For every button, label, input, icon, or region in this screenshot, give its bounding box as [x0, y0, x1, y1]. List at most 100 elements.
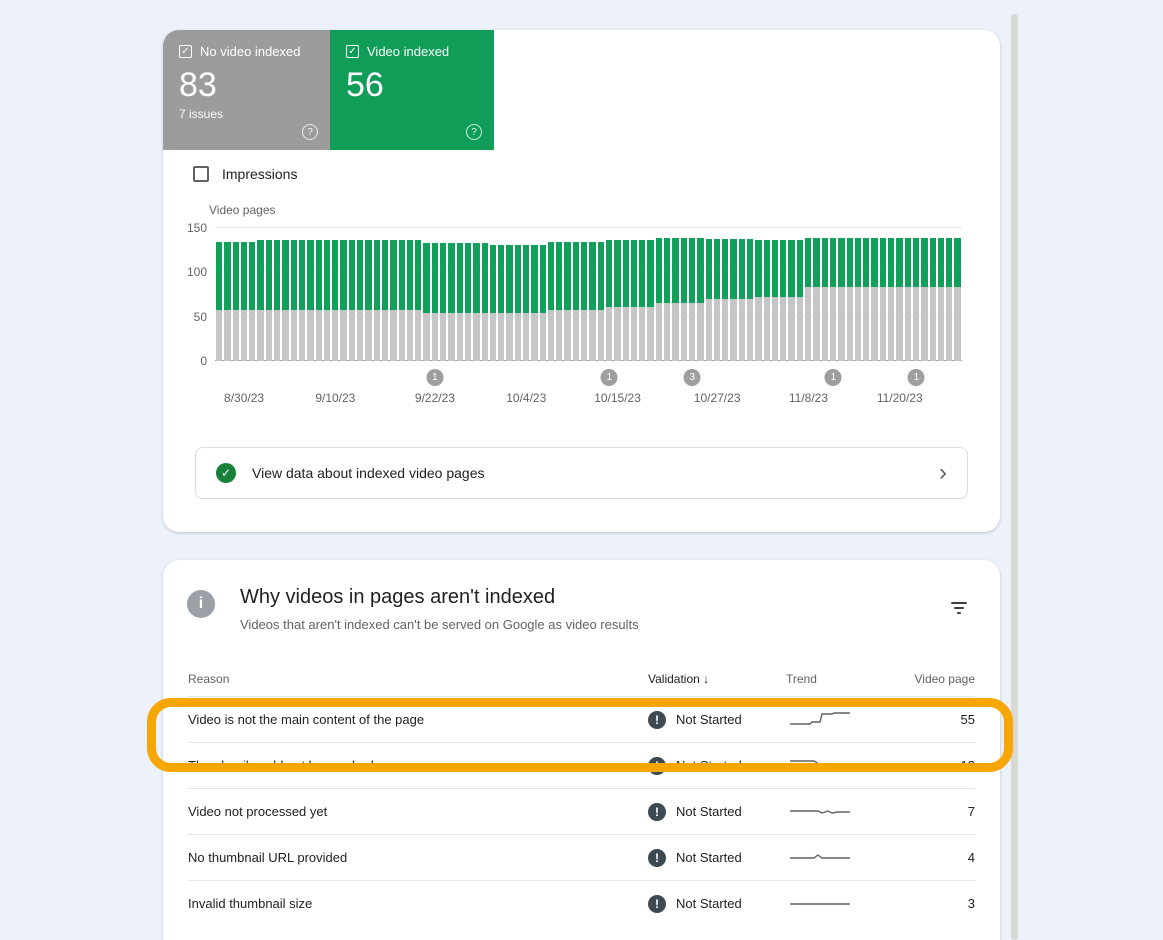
checkbox-video-indexed[interactable]: ✓: [346, 45, 359, 58]
stacked-bar[interactable]: [357, 240, 363, 361]
stacked-bar[interactable]: [623, 240, 629, 361]
stacked-bar[interactable]: [564, 242, 570, 361]
stacked-bar[interactable]: [739, 239, 745, 361]
stacked-bar[interactable]: [896, 238, 902, 361]
stacked-bar[interactable]: [614, 240, 620, 361]
stacked-bar[interactable]: [473, 243, 479, 361]
column-header-reason[interactable]: Reason: [188, 672, 648, 686]
stacked-bar[interactable]: [407, 240, 413, 361]
stacked-bar[interactable]: [423, 243, 429, 361]
stacked-bar[interactable]: [490, 245, 496, 361]
stacked-bar[interactable]: [606, 240, 612, 361]
stacked-bar[interactable]: [399, 240, 405, 361]
table-row[interactable]: Video is not the main content of the pag…: [188, 696, 975, 742]
column-header-video-page[interactable]: Video page: [896, 672, 975, 686]
stacked-bar[interactable]: [954, 238, 960, 361]
stacked-bar[interactable]: [722, 239, 728, 361]
issue-count-marker[interactable]: 1: [601, 369, 618, 386]
stacked-bar[interactable]: [813, 238, 819, 361]
help-icon[interactable]: ?: [302, 124, 318, 140]
issue-count-marker[interactable]: 1: [908, 369, 925, 386]
stacked-bar[interactable]: [233, 242, 239, 361]
stacked-bar[interactable]: [589, 242, 595, 361]
table-row[interactable]: Thumbnail could not be reached!Not Start…: [188, 742, 975, 788]
stacked-bar[interactable]: [946, 238, 952, 361]
tile-video-indexed[interactable]: ✓ Video indexed 56 ?: [330, 30, 494, 150]
stacked-bar[interactable]: [681, 238, 687, 361]
stacked-bar[interactable]: [249, 242, 255, 361]
stacked-bar[interactable]: [830, 238, 836, 361]
stacked-bar[interactable]: [938, 238, 944, 361]
stacked-bar[interactable]: [788, 240, 794, 361]
stacked-bar[interactable]: [656, 238, 662, 361]
stacked-bar[interactable]: [697, 238, 703, 361]
stacked-bar[interactable]: [465, 243, 471, 361]
stacked-bar[interactable]: [598, 242, 604, 361]
stacked-bar[interactable]: [382, 240, 388, 361]
stacked-bar[interactable]: [772, 240, 778, 361]
stacked-bar[interactable]: [257, 240, 263, 361]
stacked-bar[interactable]: [888, 238, 894, 361]
stacked-bar[interactable]: [324, 240, 330, 361]
stacked-bar[interactable]: [274, 240, 280, 361]
stacked-bar[interactable]: [880, 238, 886, 361]
stacked-bar[interactable]: [523, 245, 529, 361]
filter-icon[interactable]: [948, 602, 970, 618]
stacked-bar[interactable]: [266, 240, 272, 361]
stacked-bar[interactable]: [764, 240, 770, 361]
stacked-bar[interactable]: [349, 240, 355, 361]
stacked-bar[interactable]: [755, 240, 761, 361]
stacked-bar[interactable]: [316, 240, 322, 361]
impressions-checkbox[interactable]: [193, 166, 209, 182]
stacked-bar[interactable]: [332, 240, 338, 361]
stacked-bar[interactable]: [374, 240, 380, 361]
stacked-bar[interactable]: [871, 238, 877, 361]
view-data-button[interactable]: ✓ View data about indexed video pages ›: [195, 447, 968, 499]
stacked-bar[interactable]: [440, 243, 446, 361]
help-icon[interactable]: ?: [466, 124, 482, 140]
stacked-bar[interactable]: [299, 240, 305, 361]
stacked-bar[interactable]: [930, 238, 936, 361]
stacked-bar[interactable]: [838, 238, 844, 361]
table-row[interactable]: Invalid thumbnail size!Not Started3: [188, 880, 975, 926]
stacked-bar[interactable]: [706, 239, 712, 361]
stacked-bar[interactable]: [921, 238, 927, 361]
stacked-bar[interactable]: [307, 240, 313, 361]
stacked-bar[interactable]: [515, 245, 521, 361]
stacked-bar[interactable]: [664, 238, 670, 361]
stacked-bar[interactable]: [780, 240, 786, 361]
stacked-bar[interactable]: [581, 242, 587, 361]
stacked-bar[interactable]: [714, 239, 720, 361]
issue-count-marker[interactable]: 1: [426, 369, 443, 386]
stacked-bar[interactable]: [672, 238, 678, 361]
stacked-bar[interactable]: [224, 242, 230, 361]
stacked-bar[interactable]: [647, 240, 653, 361]
stacked-bar[interactable]: [432, 243, 438, 361]
stacked-bar[interactable]: [531, 245, 537, 361]
stacked-bar[interactable]: [448, 243, 454, 361]
stacked-bar[interactable]: [631, 240, 637, 361]
stacked-bar[interactable]: [689, 238, 695, 361]
stacked-bar[interactable]: [855, 238, 861, 361]
impressions-toggle[interactable]: Impressions: [193, 166, 297, 182]
stacked-bar[interactable]: [457, 243, 463, 361]
stacked-bar[interactable]: [863, 238, 869, 361]
table-row[interactable]: No thumbnail URL provided!Not Started4: [188, 834, 975, 880]
issue-count-marker[interactable]: 3: [684, 369, 701, 386]
stacked-bar[interactable]: [548, 242, 554, 361]
stacked-bar[interactable]: [340, 240, 346, 361]
tile-no-video-indexed[interactable]: ✓ No video indexed 83 7 issues ?: [163, 30, 330, 150]
scrollbar[interactable]: [1011, 14, 1018, 940]
stacked-bar[interactable]: [905, 238, 911, 361]
stacked-bar[interactable]: [747, 239, 753, 361]
stacked-bar[interactable]: [805, 238, 811, 361]
stacked-bar[interactable]: [390, 240, 396, 361]
column-header-trend[interactable]: Trend: [786, 672, 896, 686]
stacked-bar[interactable]: [498, 245, 504, 361]
stacked-bar[interactable]: [506, 245, 512, 361]
stacked-bar[interactable]: [639, 240, 645, 361]
stacked-bar[interactable]: [730, 239, 736, 361]
stacked-bar[interactable]: [573, 242, 579, 361]
stacked-bar[interactable]: [913, 238, 919, 361]
stacked-bar[interactable]: [847, 238, 853, 361]
